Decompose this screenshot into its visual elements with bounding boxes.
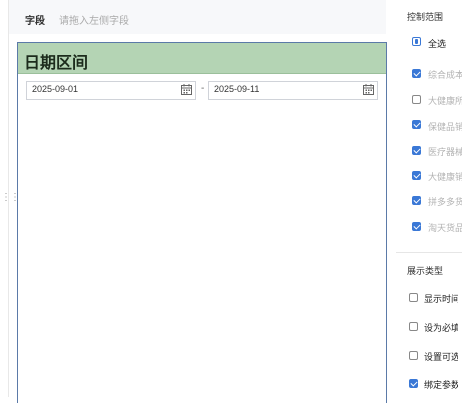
date-separator: - (201, 83, 205, 94)
control-item-checkbox[interactable] (412, 69, 421, 78)
control-item-label: 大健康销 (428, 172, 462, 182)
display-option-checkbox[interactable] (409, 351, 418, 360)
control-item-checkbox[interactable] (412, 171, 421, 180)
control-item-label: 保健品销 (428, 122, 462, 132)
settings-panel: 控制范围 全选 综合成本 大健康所 保健品销 医疗器械 大健康销 拼多多货 淘天… (396, 0, 462, 397)
control-item-checkbox[interactable] (412, 146, 421, 155)
display-option-label: 显示时间 (424, 294, 458, 304)
display-option-label: 设置可选 (424, 352, 458, 362)
field-placeholder: 请拖入左侧字段 (59, 16, 129, 27)
control-item-label: 大健康所 (428, 96, 462, 106)
display-type-title: 展示类型 (407, 266, 444, 276)
section-divider (396, 252, 462, 253)
card-title: 日期区间 (24, 55, 89, 72)
control-item-checkbox[interactable] (412, 95, 421, 104)
select-all-label: 全选 (428, 39, 447, 49)
control-item-label: 拼多多货 (428, 197, 462, 207)
display-option-checkbox[interactable] (409, 293, 418, 302)
control-item-checkbox[interactable] (412, 222, 421, 231)
control-item-checkbox[interactable] (412, 120, 421, 129)
control-range-title: 控制范围 (407, 12, 444, 22)
end-date-value: 2025-09-11 (214, 84, 260, 94)
end-date-input[interactable]: 2025-09-11 (208, 81, 378, 100)
card-header: 日期区间 (18, 43, 386, 74)
display-option-checkbox[interactable] (409, 379, 418, 388)
control-item-label: 综合成本 (428, 70, 462, 80)
field-drop-zone[interactable]: 字段 请拖入左侧字段 (9, 0, 386, 34)
calendar-icon[interactable] (363, 84, 374, 95)
calendar-icon[interactable] (181, 84, 192, 95)
control-item-label: 医疗器械 (428, 147, 462, 157)
field-label: 字段 (25, 16, 45, 27)
date-range-card[interactable]: 日期区间 2025-09-01 - 2025-09-11 (17, 42, 387, 403)
select-all-checkbox[interactable] (412, 37, 421, 46)
display-option-label: 绑定参数 (424, 380, 458, 390)
start-date-input[interactable]: 2025-09-01 (26, 81, 196, 100)
control-item-label: 淘天货品 (428, 223, 462, 233)
display-option-checkbox[interactable] (409, 322, 418, 331)
display-option-label: 设为必填 (424, 323, 458, 333)
start-date-value: 2025-09-01 (32, 84, 79, 94)
control-item-checkbox[interactable] (412, 196, 421, 205)
